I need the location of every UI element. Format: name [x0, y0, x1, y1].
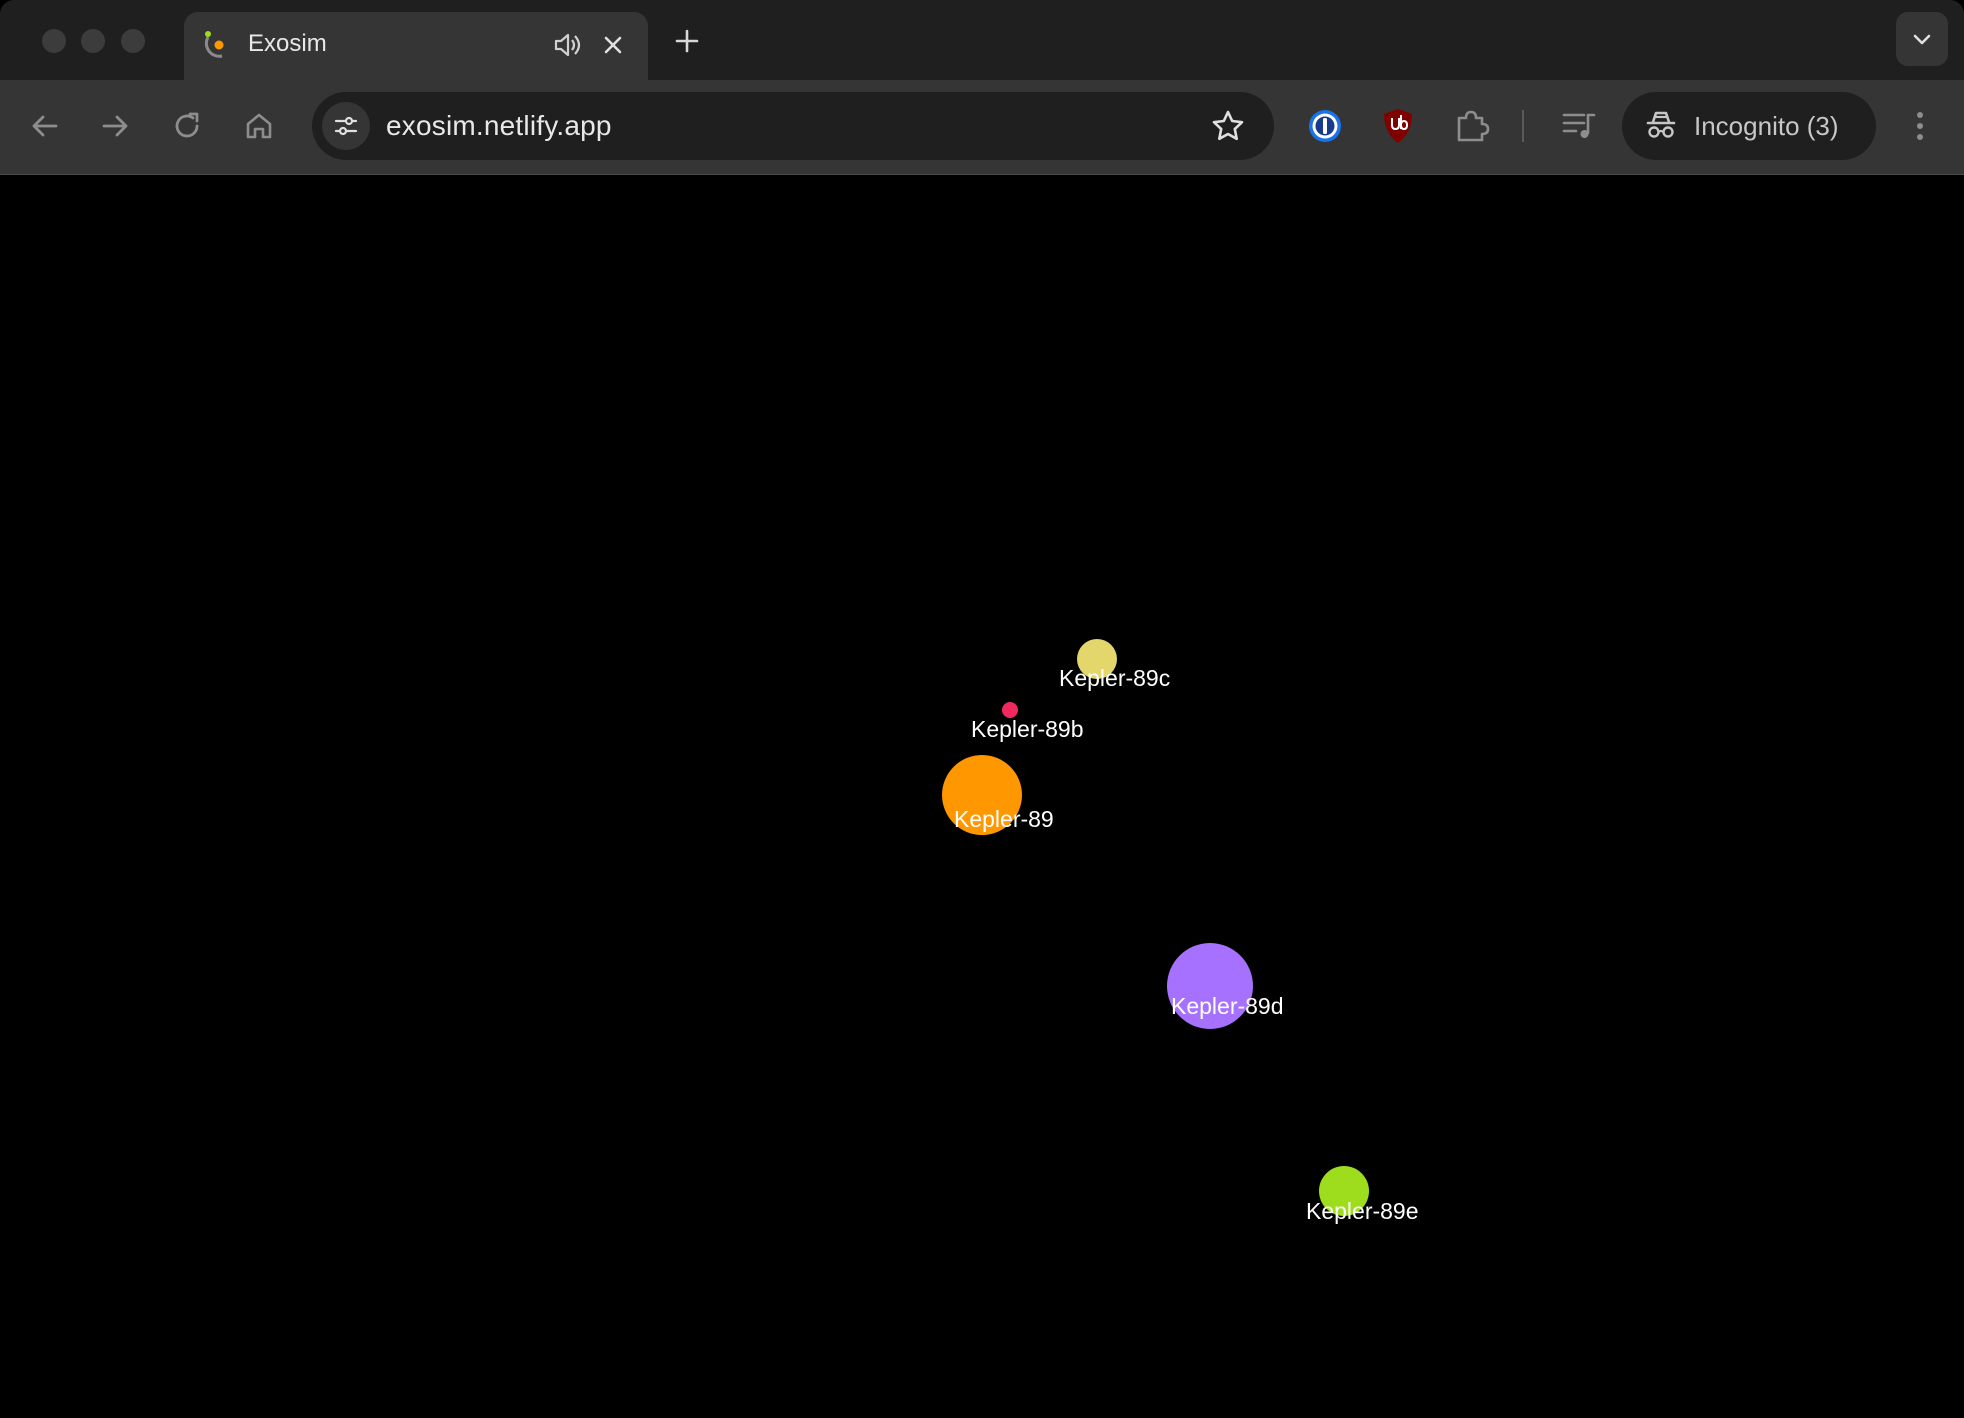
tab-title: Exosim: [248, 30, 327, 57]
toolbar-separator: [1522, 110, 1524, 142]
close-window-button[interactable]: [42, 29, 66, 53]
tab-strip: Exosim: [0, 0, 1964, 80]
forward-arrow-icon[interactable]: [94, 105, 136, 147]
media-controls-icon[interactable]: [1556, 103, 1602, 149]
tab-search-button[interactable]: [1896, 12, 1948, 66]
home-icon[interactable]: [238, 105, 280, 147]
body-label-kepler-89c: Kepler-89c: [1059, 665, 1170, 691]
incognito-icon: [1646, 111, 1676, 138]
simulation-canvas[interactable]: Kepler-89c Kepler-89b Kepler-89 Kepler-89d K…: [0, 175, 1964, 1418]
body-label-kepler-89e: Kepler-89e: [1306, 1198, 1419, 1224]
body-label-kepler-89d: Kepler-89d: [1171, 993, 1284, 1019]
close-icon[interactable]: [596, 28, 630, 62]
back-arrow-icon[interactable]: [24, 105, 66, 147]
speaker-icon[interactable]: [550, 28, 584, 62]
address-bar[interactable]: exosim.netlify.app: [312, 92, 1274, 160]
ublock-origin-icon[interactable]: [1375, 103, 1421, 149]
star-icon[interactable]: [1208, 106, 1248, 146]
reload-icon[interactable]: [166, 105, 208, 147]
maximize-window-button[interactable]: [121, 29, 145, 53]
body-label-kepler-89: Kepler-89: [954, 806, 1054, 832]
plus-icon[interactable]: [668, 22, 706, 60]
exosim-orbit-icon: [204, 31, 224, 58]
url-text[interactable]: exosim.netlify.app: [386, 108, 612, 144]
chevron-down-icon: [1913, 34, 1931, 45]
tab-exosim[interactable]: Exosim: [184, 12, 648, 80]
toolbar: exosim.netlify.app Incognito (3): [0, 80, 1964, 175]
minimize-window-button[interactable]: [81, 29, 105, 53]
tune-icon: [334, 116, 358, 136]
site-info-button[interactable]: [322, 102, 370, 150]
incognito-button[interactable]: Incognito (3): [1622, 92, 1876, 160]
kebab-menu-icon[interactable]: [1904, 103, 1936, 149]
incognito-label: Incognito (3): [1694, 111, 1839, 141]
page-viewport: Kepler-89c Kepler-89b Kepler-89 Kepler-89d K…: [0, 175, 1964, 1418]
body-label-kepler-89b: Kepler-89b: [971, 716, 1084, 742]
1password-icon[interactable]: [1302, 103, 1348, 149]
browser-window: Exosim exosim.netlify.app Incognito (3) …: [0, 0, 1964, 1418]
puzzle-extensions-icon[interactable]: [1448, 103, 1494, 149]
